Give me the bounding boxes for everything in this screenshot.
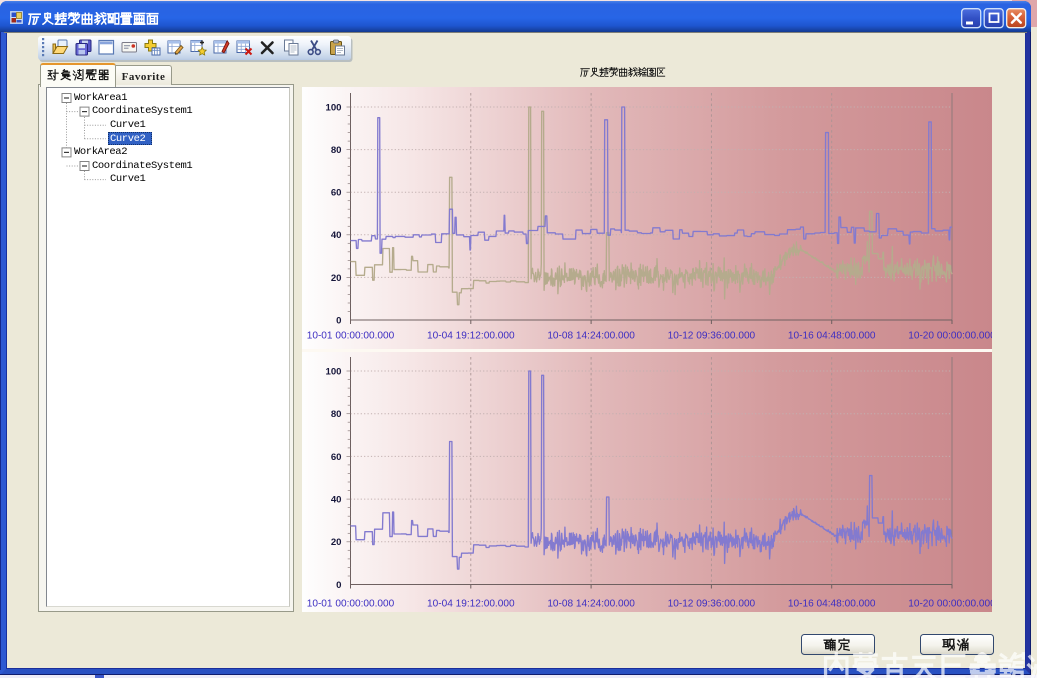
svg-text:80: 80 [331, 409, 342, 420]
svg-text:60: 60 [331, 452, 342, 463]
svg-text:10-20 00:00:00.000: 10-20 00:00:00.000 [908, 599, 992, 610]
svg-text:10-12 09:36:00.000: 10-12 09:36:00.000 [668, 331, 756, 342]
svg-text:20: 20 [331, 537, 342, 548]
svg-text:20: 20 [331, 273, 342, 284]
svg-text:0: 0 [336, 580, 341, 591]
svg-text:10-16 04:48:00.000: 10-16 04:48:00.000 [788, 599, 876, 610]
svg-text:100: 100 [325, 102, 341, 113]
svg-text:100: 100 [325, 366, 341, 377]
svg-text:10-08 14:24:00.000: 10-08 14:24:00.000 [547, 599, 635, 610]
svg-text:80: 80 [331, 145, 342, 156]
svg-text:60: 60 [331, 188, 342, 199]
svg-text:0: 0 [336, 315, 341, 326]
svg-text:10-16 04:48:00.000: 10-16 04:48:00.000 [788, 331, 876, 342]
svg-text:10-04 19:12:00.000: 10-04 19:12:00.000 [427, 599, 515, 610]
svg-text:10-20 00:00:00.000: 10-20 00:00:00.000 [908, 331, 992, 342]
svg-text:40: 40 [331, 495, 342, 506]
svg-text:10-04 19:12:00.000: 10-04 19:12:00.000 [427, 331, 515, 342]
svg-text:10-08 14:24:00.000: 10-08 14:24:00.000 [547, 331, 635, 342]
svg-text:10-01 00:00:00.000: 10-01 00:00:00.000 [307, 599, 395, 610]
svg-text:10-01 00:00:00.000: 10-01 00:00:00.000 [307, 331, 395, 342]
svg-text:10-12 09:36:00.000: 10-12 09:36:00.000 [668, 599, 756, 610]
svg-text:40: 40 [331, 230, 342, 241]
